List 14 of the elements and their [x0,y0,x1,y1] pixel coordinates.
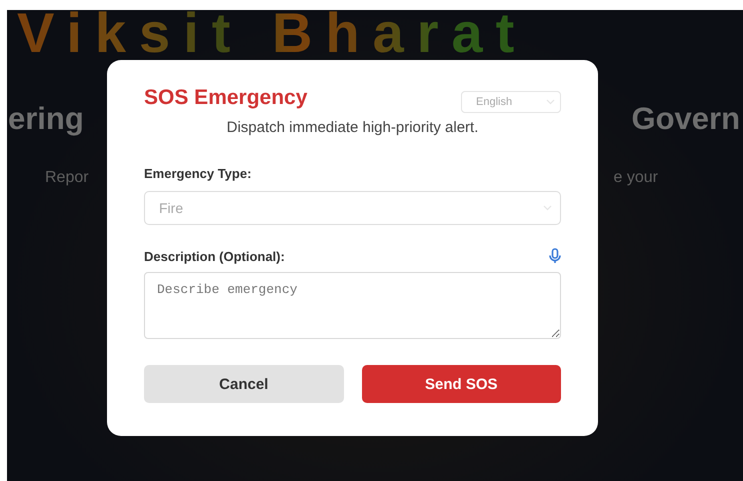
field-label: Emergency Type: [144,166,252,181]
field-label: Description (Optional): [144,248,285,264]
description-field[interactable]: Describe emergency [144,272,561,339]
hero-intro: e your [614,169,658,187]
hero-tagline: Govern [630,101,741,137]
dialog-title: SOS Emergency [144,86,308,110]
chevron-icon [543,205,552,211]
chevron-icon [546,99,555,105]
send-sos-button[interactable]: Send SOS [362,365,561,403]
dialog-subtitle: Dispatch immediate high-priority alert. [226,119,480,136]
microphone-icon[interactable] [549,248,561,264]
hero-tagline: ering [7,101,85,137]
hero-intro: Repor [45,169,89,187]
cancel-button[interactable]: Cancel [144,365,344,403]
